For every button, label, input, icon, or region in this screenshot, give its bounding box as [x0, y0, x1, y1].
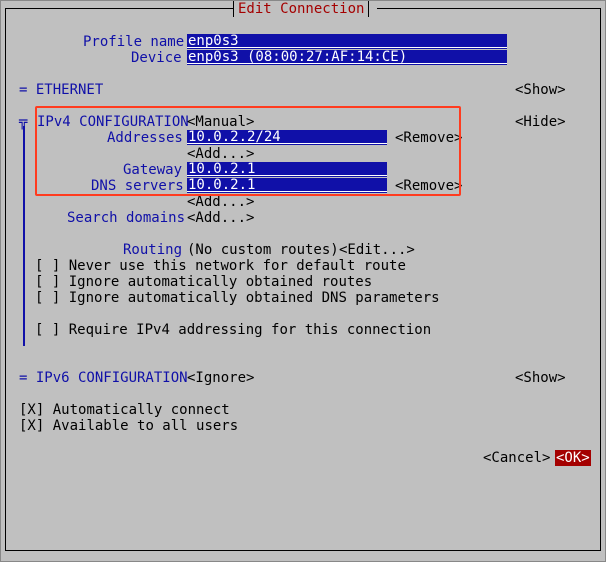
search-domains-add-button[interactable]: <Add...> — [187, 210, 254, 226]
checkbox-ignore-dns[interactable]: [ ] Ignore automatically obtained DNS pa… — [35, 290, 440, 306]
checkbox-mark[interactable]: [ ] — [35, 290, 60, 306]
checkbox-ignore-routes[interactable]: [ ] Ignore automatically obtained routes — [35, 274, 372, 290]
ipv4-section-bracket — [23, 126, 25, 346]
checkbox-never-default-route[interactable]: [ ] Never use this network for default r… — [35, 258, 406, 274]
checkbox-label: Ignore automatically obtained routes — [68, 274, 373, 290]
dialog-title: Edit Connection — [233, 1, 370, 17]
routing-value: (No custom routes) — [187, 242, 339, 258]
ethernet-show-button[interactable]: <Show> — [515, 82, 566, 98]
dialog-window: Edit Connection Profile name enp0s3 Devi… — [0, 0, 606, 562]
checkbox-label: Available to all users — [52, 418, 239, 434]
border-top-right — [377, 8, 600, 9]
routing-edit-button[interactable]: <Edit...> — [339, 242, 415, 258]
highlight-box — [35, 106, 461, 196]
checkbox-mark[interactable]: [X] — [19, 418, 44, 434]
checkbox-mark[interactable]: [ ] — [35, 274, 60, 290]
checkbox-label: Never use this network for default route — [68, 258, 406, 274]
ipv6-section-label[interactable]: = IPv6 CONFIGURATION — [19, 370, 188, 386]
border-top-left — [5, 8, 233, 9]
routing-label: Routing — [123, 242, 183, 258]
checkbox-label: Automatically connect — [52, 402, 230, 418]
ok-button[interactable]: <OK> — [555, 450, 591, 466]
device-input[interactable]: enp0s3 (08:00:27:AF:14:CE) — [187, 50, 507, 65]
device-label: Device — [131, 50, 182, 66]
profile-name-label: Profile name — [83, 34, 185, 50]
ipv4-hide-button[interactable]: <Hide> — [515, 114, 566, 130]
search-domains-label: Search domains — [67, 210, 186, 226]
checkbox-mark[interactable]: [ ] — [35, 258, 60, 274]
checkbox-mark[interactable]: [X] — [19, 402, 44, 418]
cancel-button[interactable]: <Cancel> — [483, 450, 550, 466]
checkbox-label: Ignore automatically obtained DNS parame… — [68, 290, 440, 306]
checkbox-mark[interactable]: [ ] — [35, 322, 60, 338]
dns-add-button[interactable]: <Add...> — [187, 194, 254, 210]
ethernet-section-label[interactable]: = ETHERNET — [19, 82, 103, 98]
checkbox-auto-connect[interactable]: [X] Automatically connect — [19, 402, 230, 418]
ipv6-show-button[interactable]: <Show> — [515, 370, 566, 386]
checkbox-require-ipv4[interactable]: [ ] Require IPv4 addressing for this con… — [35, 322, 431, 338]
checkbox-label: Require IPv4 addressing for this connect… — [68, 322, 432, 338]
profile-name-input[interactable]: enp0s3 — [187, 34, 507, 49]
ipv6-method-dropdown[interactable]: <Ignore> — [187, 370, 254, 386]
checkbox-all-users[interactable]: [X] Available to all users — [19, 418, 238, 434]
